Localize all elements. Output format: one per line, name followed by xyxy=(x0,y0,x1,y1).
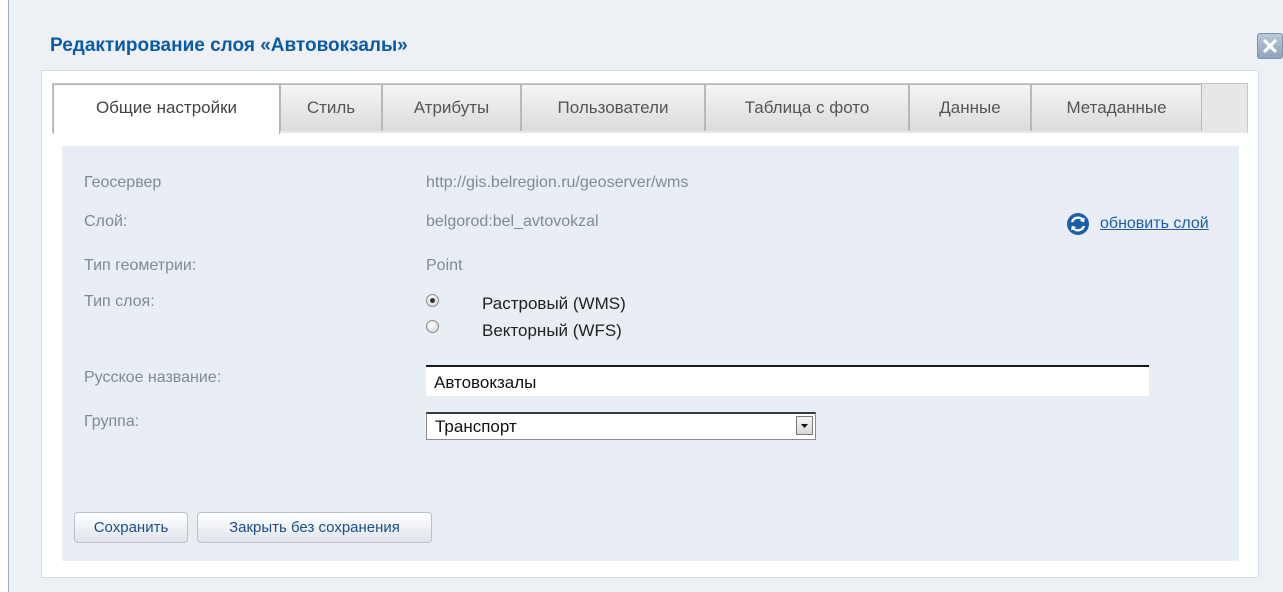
tab-strip: Общие настройки Стиль Атрибуты Пользоват… xyxy=(42,71,1258,134)
radio-selected-dot xyxy=(430,298,435,303)
radio-vector-wfs[interactable] xyxy=(426,320,439,333)
tab-style[interactable]: Стиль xyxy=(280,84,382,131)
layer-edit-dialog: Редактирование слоя «Автовокзалы» Общие … xyxy=(8,0,1283,592)
group-label: Группа: xyxy=(84,413,140,430)
save-button[interactable]: Сохранить xyxy=(74,512,188,543)
tab-photo-table[interactable]: Таблица с фото xyxy=(705,84,909,131)
radio-raster-wms-label: Растровый (WMS) xyxy=(482,294,626,313)
russian-name-input[interactable] xyxy=(426,365,1149,396)
refresh-layer-label: обновить слой xyxy=(1100,215,1209,232)
chevron-down-icon xyxy=(801,424,808,428)
group-select-value: Транспорт xyxy=(435,417,517,436)
close-without-save-button[interactable]: Закрыть без сохранения xyxy=(197,512,432,543)
refresh-layer-link[interactable]: обновить слой xyxy=(1066,211,1209,237)
russian-name-label: Русское название: xyxy=(84,369,222,386)
dropdown-button[interactable] xyxy=(796,416,813,435)
geometry-type-value: Point xyxy=(426,257,463,274)
general-settings-content: Геосервер http://gis.belregion.ru/geoser… xyxy=(62,146,1239,561)
tab-data[interactable]: Данные xyxy=(909,84,1031,131)
tab-general-settings[interactable]: Общие настройки xyxy=(53,84,280,134)
radio-raster-wms[interactable] xyxy=(426,294,439,307)
refresh-icon xyxy=(1067,213,1089,235)
geoserver-label: Геосервер xyxy=(84,174,162,191)
close-icon xyxy=(1263,39,1277,53)
layer-type-label: Тип слоя: xyxy=(84,293,155,310)
dialog-title: Редактирование слоя «Автовокзалы» xyxy=(50,35,408,56)
tabs-panel: Общие настройки Стиль Атрибуты Пользоват… xyxy=(41,70,1259,578)
group-select[interactable]: Транспорт xyxy=(426,412,816,440)
close-button[interactable] xyxy=(1257,33,1283,59)
tab-metadata[interactable]: Метаданные xyxy=(1031,84,1202,131)
tab-users[interactable]: Пользователи xyxy=(521,84,705,131)
geometry-type-label: Тип геометрии: xyxy=(84,257,197,274)
tab-attributes[interactable]: Атрибуты xyxy=(382,84,521,131)
radio-vector-wfs-label: Векторный (WFS) xyxy=(482,321,622,340)
layer-label: Слой: xyxy=(84,213,128,230)
geoserver-value: http://gis.belregion.ru/geoserver/wms xyxy=(426,174,689,191)
layer-value: belgorod:bel_avtovokzal xyxy=(426,213,599,230)
